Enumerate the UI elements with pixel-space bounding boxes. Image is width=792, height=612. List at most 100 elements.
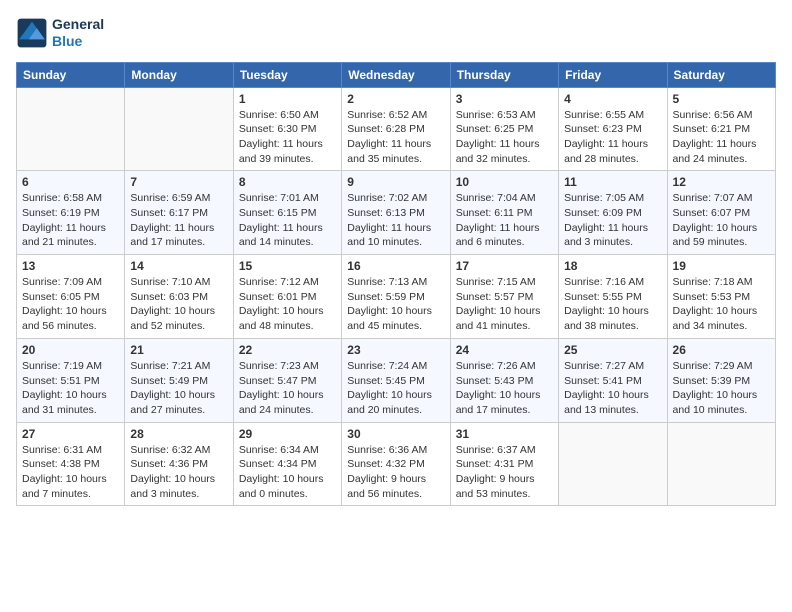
day-number: 30: [347, 427, 444, 441]
day-info: Sunrise: 7:12 AM Sunset: 6:01 PM Dayligh…: [239, 275, 336, 334]
day-number: 23: [347, 343, 444, 357]
calendar-cell: 21 Sunrise: 7:21 AM Sunset: 5:49 PM Dayli…: [125, 338, 233, 422]
day-number: 10: [456, 175, 553, 189]
logo-text: General Blue: [52, 16, 104, 50]
calendar-cell: 13 Sunrise: 7:09 AM Sunset: 6:05 PM Dayli…: [17, 255, 125, 339]
calendar-cell: 3 Sunrise: 6:53 AM Sunset: 6:25 PM Daylig…: [450, 87, 558, 171]
day-of-week-header: Monday: [125, 62, 233, 87]
calendar-cell: 22 Sunrise: 7:23 AM Sunset: 5:47 PM Dayli…: [233, 338, 341, 422]
day-info: Sunrise: 7:23 AM Sunset: 5:47 PM Dayligh…: [239, 359, 336, 418]
day-info: Sunrise: 6:36 AM Sunset: 4:32 PM Dayligh…: [347, 443, 444, 502]
day-of-week-header: Wednesday: [342, 62, 450, 87]
logo-icon: [16, 17, 48, 49]
day-number: 17: [456, 259, 553, 273]
day-of-week-header: Thursday: [450, 62, 558, 87]
day-of-week-header: Friday: [559, 62, 667, 87]
day-info: Sunrise: 6:58 AM Sunset: 6:19 PM Dayligh…: [22, 191, 119, 250]
calendar-week-row: 27 Sunrise: 6:31 AM Sunset: 4:38 PM Dayli…: [17, 422, 776, 506]
day-number: 15: [239, 259, 336, 273]
calendar-cell: 24Sunrise: 7:26 AM Sunset: 5:43 PM Dayli…: [450, 338, 558, 422]
day-info: Sunrise: 7:27 AM Sunset: 5:41 PM Dayligh…: [564, 359, 661, 418]
calendar-cell: 9Sunrise: 7:02 AM Sunset: 6:13 PM Daylig…: [342, 171, 450, 255]
calendar-week-row: 13 Sunrise: 7:09 AM Sunset: 6:05 PM Dayli…: [17, 255, 776, 339]
day-number: 4: [564, 92, 661, 106]
calendar-cell: 7Sunrise: 6:59 AM Sunset: 6:17 PM Daylig…: [125, 171, 233, 255]
calendar-cell: 16 Sunrise: 7:13 AM Sunset: 5:59 PM Dayli…: [342, 255, 450, 339]
day-info: Sunrise: 7:09 AM Sunset: 6:05 PM Dayligh…: [22, 275, 119, 334]
day-info: Sunrise: 7:13 AM Sunset: 5:59 PM Dayligh…: [347, 275, 444, 334]
calendar-cell: 25 Sunrise: 7:27 AM Sunset: 5:41 PM Dayli…: [559, 338, 667, 422]
calendar-cell: 18Sunrise: 7:16 AM Sunset: 5:55 PM Dayli…: [559, 255, 667, 339]
day-info: Sunrise: 6:32 AM Sunset: 4:36 PM Dayligh…: [130, 443, 227, 502]
day-info: Sunrise: 7:18 AM Sunset: 5:53 PM Dayligh…: [673, 275, 770, 334]
day-number: 25: [564, 343, 661, 357]
calendar-cell: 10 Sunrise: 7:04 AM Sunset: 6:11 PM Dayli…: [450, 171, 558, 255]
day-number: 29: [239, 427, 336, 441]
calendar-week-row: 20Sunrise: 7:19 AM Sunset: 5:51 PM Dayli…: [17, 338, 776, 422]
day-of-week-header: Sunday: [17, 62, 125, 87]
calendar-cell: 20Sunrise: 7:19 AM Sunset: 5:51 PM Dayli…: [17, 338, 125, 422]
day-info: Sunrise: 7:29 AM Sunset: 5:39 PM Dayligh…: [673, 359, 770, 418]
day-of-week-header: Tuesday: [233, 62, 341, 87]
day-number: 5: [673, 92, 770, 106]
day-number: 12: [673, 175, 770, 189]
day-info: Sunrise: 6:37 AM Sunset: 4:31 PM Dayligh…: [456, 443, 553, 502]
calendar-cell: 17 Sunrise: 7:15 AM Sunset: 5:57 PM Dayli…: [450, 255, 558, 339]
day-info: Sunrise: 7:24 AM Sunset: 5:45 PM Dayligh…: [347, 359, 444, 418]
calendar-cell: 15 Sunrise: 7:12 AM Sunset: 6:01 PM Dayli…: [233, 255, 341, 339]
calendar-cell: [17, 87, 125, 171]
day-info: Sunrise: 6:50 AM Sunset: 6:30 PM Dayligh…: [239, 108, 336, 167]
calendar-cell: 29 Sunrise: 6:34 AM Sunset: 4:34 PM Dayli…: [233, 422, 341, 506]
calendar-header-row: SundayMondayTuesdayWednesdayThursdayFrid…: [17, 62, 776, 87]
day-info: Sunrise: 7:10 AM Sunset: 6:03 PM Dayligh…: [130, 275, 227, 334]
day-number: 22: [239, 343, 336, 357]
calendar-cell: [559, 422, 667, 506]
day-number: 21: [130, 343, 227, 357]
calendar-cell: 5 Sunrise: 6:56 AM Sunset: 6:21 PM Daylig…: [667, 87, 775, 171]
calendar-cell: 6 Sunrise: 6:58 AM Sunset: 6:19 PM Daylig…: [17, 171, 125, 255]
calendar-cell: 27 Sunrise: 6:31 AM Sunset: 4:38 PM Dayli…: [17, 422, 125, 506]
day-number: 26: [673, 343, 770, 357]
day-number: 8: [239, 175, 336, 189]
day-info: Sunrise: 6:59 AM Sunset: 6:17 PM Dayligh…: [130, 191, 227, 250]
day-info: Sunrise: 7:02 AM Sunset: 6:13 PM Dayligh…: [347, 191, 444, 250]
calendar-cell: 30 Sunrise: 6:36 AM Sunset: 4:32 PM Dayli…: [342, 422, 450, 506]
calendar-cell: 14 Sunrise: 7:10 AM Sunset: 6:03 PM Dayli…: [125, 255, 233, 339]
day-info: Sunrise: 7:15 AM Sunset: 5:57 PM Dayligh…: [456, 275, 553, 334]
calendar-cell: 8 Sunrise: 7:01 AM Sunset: 6:15 PM Daylig…: [233, 171, 341, 255]
calendar-cell: 19 Sunrise: 7:18 AM Sunset: 5:53 PM Dayli…: [667, 255, 775, 339]
day-number: 13: [22, 259, 119, 273]
header: General Blue: [16, 16, 776, 50]
day-info: Sunrise: 6:56 AM Sunset: 6:21 PM Dayligh…: [673, 108, 770, 167]
day-info: Sunrise: 6:52 AM Sunset: 6:28 PM Dayligh…: [347, 108, 444, 167]
day-info: Sunrise: 6:31 AM Sunset: 4:38 PM Dayligh…: [22, 443, 119, 502]
day-of-week-header: Saturday: [667, 62, 775, 87]
day-info: Sunrise: 6:53 AM Sunset: 6:25 PM Dayligh…: [456, 108, 553, 167]
calendar-week-row: 1 Sunrise: 6:50 AM Sunset: 6:30 PM Daylig…: [17, 87, 776, 171]
calendar-cell: 12Sunrise: 7:07 AM Sunset: 6:07 PM Dayli…: [667, 171, 775, 255]
day-number: 6: [22, 175, 119, 189]
calendar-cell: 11 Sunrise: 7:05 AM Sunset: 6:09 PM Dayli…: [559, 171, 667, 255]
calendar-cell: 31 Sunrise: 6:37 AM Sunset: 4:31 PM Dayli…: [450, 422, 558, 506]
day-number: 24: [456, 343, 553, 357]
calendar-cell: 26 Sunrise: 7:29 AM Sunset: 5:39 PM Dayli…: [667, 338, 775, 422]
day-info: Sunrise: 6:34 AM Sunset: 4:34 PM Dayligh…: [239, 443, 336, 502]
day-number: 14: [130, 259, 227, 273]
calendar-cell: 4Sunrise: 6:55 AM Sunset: 6:23 PM Daylig…: [559, 87, 667, 171]
day-info: Sunrise: 7:04 AM Sunset: 6:11 PM Dayligh…: [456, 191, 553, 250]
day-number: 18: [564, 259, 661, 273]
day-number: 31: [456, 427, 553, 441]
day-number: 11: [564, 175, 661, 189]
day-info: Sunrise: 7:21 AM Sunset: 5:49 PM Dayligh…: [130, 359, 227, 418]
calendar-cell: 23 Sunrise: 7:24 AM Sunset: 5:45 PM Dayli…: [342, 338, 450, 422]
logo: General Blue: [16, 16, 104, 50]
day-number: 1: [239, 92, 336, 106]
day-number: 16: [347, 259, 444, 273]
day-number: 3: [456, 92, 553, 106]
day-number: 19: [673, 259, 770, 273]
day-number: 27: [22, 427, 119, 441]
day-info: Sunrise: 7:01 AM Sunset: 6:15 PM Dayligh…: [239, 191, 336, 250]
calendar-cell: 2Sunrise: 6:52 AM Sunset: 6:28 PM Daylig…: [342, 87, 450, 171]
calendar-week-row: 6 Sunrise: 6:58 AM Sunset: 6:19 PM Daylig…: [17, 171, 776, 255]
day-info: Sunrise: 7:05 AM Sunset: 6:09 PM Dayligh…: [564, 191, 661, 250]
